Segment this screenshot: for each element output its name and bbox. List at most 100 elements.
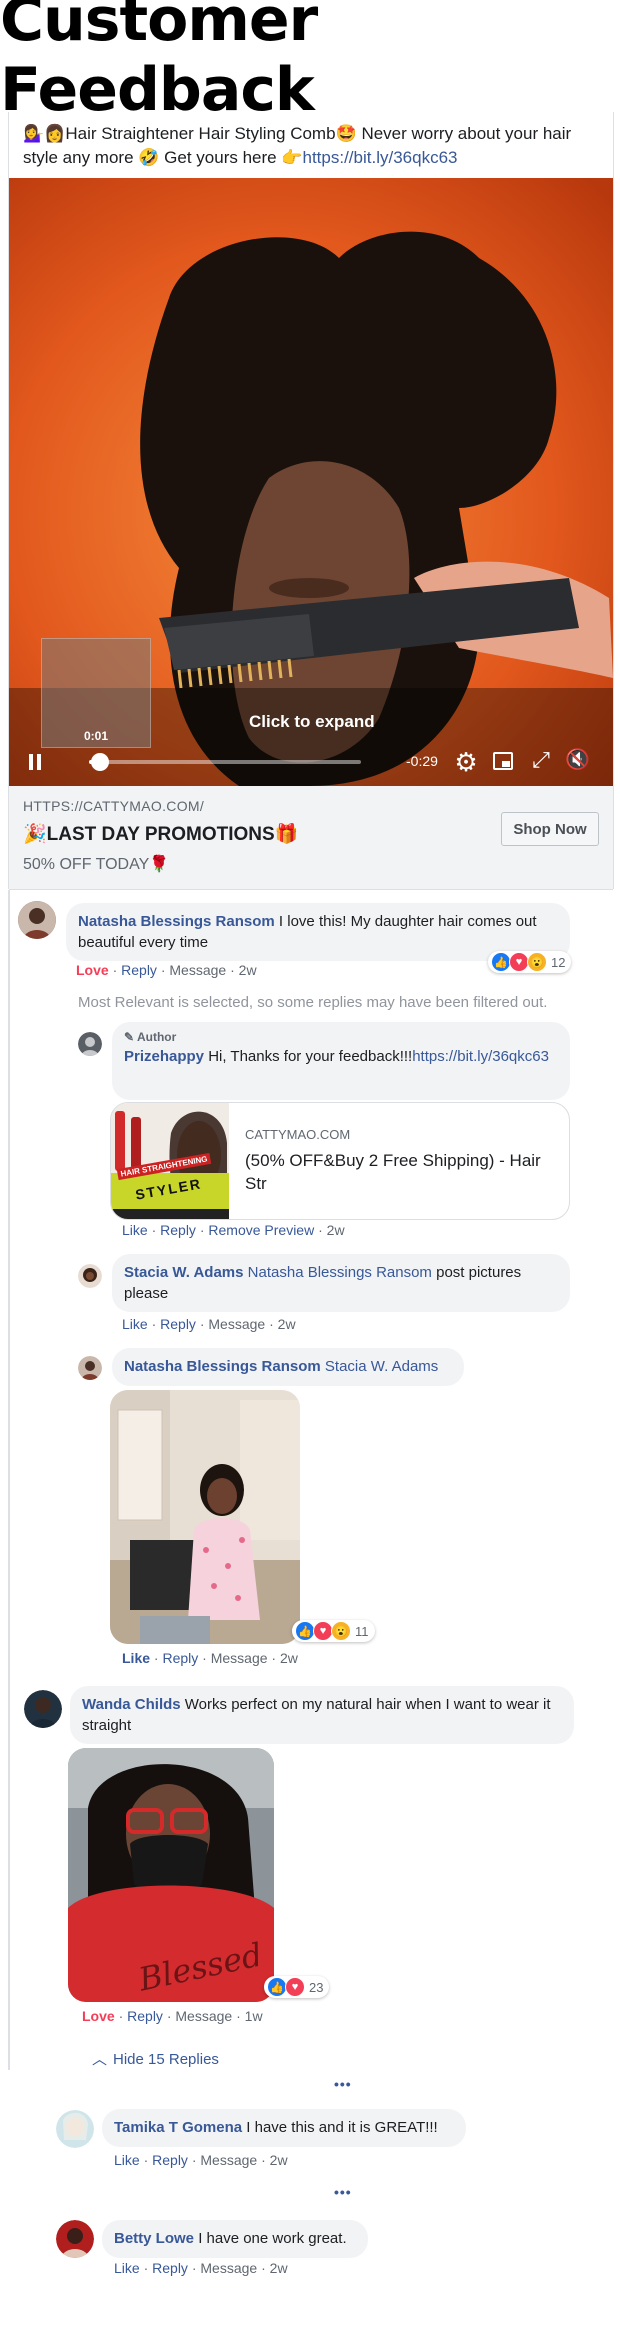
like-action[interactable]: Like <box>122 1316 148 1332</box>
reply-action[interactable]: Reply <box>162 1650 198 1666</box>
comment-mention[interactable]: Stacia W. Adams <box>325 1358 438 1375</box>
comment-time[interactable]: 2w <box>327 1222 345 1238</box>
fullscreen-icon[interactable]: ⤢ <box>529 748 553 772</box>
reply-action[interactable]: Reply <box>152 2152 188 2168</box>
avatar[interactable] <box>24 1690 62 1728</box>
video-player[interactable]: 0:01 Click to expand -0:29 ⚙ ⤢ 🔇 <box>9 178 613 786</box>
like-action[interactable]: Like <box>122 1222 148 1238</box>
reaction-summary[interactable]: 👍 ♥ 23 <box>264 1976 330 1998</box>
link-subline: 50% OFF TODAY🌹 <box>23 856 170 873</box>
comment-mention[interactable]: Natasha Blessings Ransom <box>248 1264 432 1281</box>
link-preview-bar[interactable]: HTTPS://CATTYMAO.COM/ 🎉LAST DAY PROMOTIO… <box>9 786 613 890</box>
gear-icon[interactable]: ⚙ <box>453 749 479 775</box>
comment-photo[interactable]: Blessed <box>68 1748 274 2002</box>
comment-author[interactable]: Wanda Childs <box>82 1696 181 1713</box>
reaction-summary[interactable]: 👍 ♥ 😮 11 <box>292 1620 375 1642</box>
hide-replies-link[interactable]: ︿ Hide 15 Replies <box>92 2048 219 2069</box>
reply-bubble: Stacia W. Adams Natasha Blessings Ransom… <box>112 1254 570 1312</box>
more-replies-icon[interactable]: ••• <box>334 2184 352 2200</box>
progress-knob[interactable] <box>90 753 109 771</box>
reply-action[interactable]: Reply <box>160 1222 196 1238</box>
picture-in-picture-icon[interactable] <box>493 752 513 770</box>
reaction-summary[interactable]: 👍 ♥ 😮 12 <box>488 951 572 973</box>
avatar[interactable] <box>56 2220 94 2258</box>
comment-time[interactable]: 2w <box>270 2152 288 2168</box>
more-replies-icon[interactable]: ••• <box>334 2076 352 2092</box>
message-action[interactable]: Message <box>211 1650 268 1666</box>
reply-actions: Like · Reply · Message · 2w <box>122 1650 298 1666</box>
like-reaction-icon: 👍 <box>267 1977 287 1997</box>
comment-actions: Love · Reply · Message · 1w <box>82 2008 263 2024</box>
post-card: 💁‍♀️👩Hair Straightener Hair Styling Comb… <box>8 112 614 890</box>
message-action[interactable]: Message <box>208 1316 265 1332</box>
love-action[interactable]: Love <box>82 2008 115 2024</box>
reply-action[interactable]: Reply <box>160 1316 196 1332</box>
mute-icon[interactable]: 🔇 <box>565 748 595 772</box>
comment-actions: Like · Reply · Message · 2w <box>114 2152 288 2168</box>
comment-author[interactable]: Natasha Blessings Ransom <box>78 913 275 930</box>
comment-author[interactable]: Tamika T Gomena <box>114 2119 242 2136</box>
link-headline: 🎉LAST DAY PROMOTIONS🎁 <box>23 824 299 845</box>
avatar[interactable] <box>78 1264 102 1288</box>
comment-time[interactable]: 1w <box>245 2008 263 2024</box>
avatar[interactable] <box>56 2110 94 2148</box>
remove-preview-action[interactable]: Remove Preview <box>208 1222 314 1238</box>
comment-bubble: Tamika T Gomena I have this and it is GR… <box>102 2109 466 2147</box>
reply-action[interactable]: Reply <box>121 962 157 978</box>
author-badge: ✎ Author <box>124 1028 558 1046</box>
hide-replies-label: Hide 15 Replies <box>113 2051 219 2068</box>
message-action[interactable]: Message <box>200 2260 257 2276</box>
reply-actions: Like · Reply · Message · 2w <box>122 1316 296 1332</box>
reply-action[interactable]: Reply <box>127 2008 163 2024</box>
love-reaction-icon: ♥ <box>509 952 529 972</box>
message-action[interactable]: Message <box>175 2008 232 2024</box>
progress-track[interactable] <box>89 753 361 771</box>
pause-icon-bar <box>37 754 41 770</box>
comment-time[interactable]: 2w <box>280 1650 298 1666</box>
chevron-up-icon: ︿ <box>92 2051 108 2068</box>
comment-author[interactable]: Natasha Blessings Ransom <box>124 1358 321 1375</box>
reaction-count: 12 <box>551 954 566 970</box>
post-text: 💁‍♀️👩Hair Straightener Hair Styling Comb… <box>23 122 593 170</box>
message-action[interactable]: Message <box>169 962 226 978</box>
comment-time[interactable]: 2w <box>239 962 257 978</box>
avatar[interactable] <box>18 901 56 939</box>
post-link[interactable]: https://bit.ly/36qkc63 <box>303 148 458 167</box>
play-pause-button[interactable] <box>29 754 43 770</box>
link-preview-card[interactable]: HAIR STRAIGHTENING STYLER CATTYMAO.COM (… <box>110 1102 570 1220</box>
like-action[interactable]: Like <box>114 2260 140 2276</box>
thumb-time: 0:01 <box>83 729 109 743</box>
comment-time[interactable]: 2w <box>278 1316 296 1332</box>
comment-link[interactable]: https://bit.ly/36qkc63 <box>412 1048 549 1065</box>
expand-label[interactable]: Click to expand <box>249 712 375 732</box>
thread-line <box>8 890 10 2070</box>
reply-action[interactable]: Reply <box>152 2260 188 2276</box>
filter-note: Most Relevant is selected, so some repli… <box>78 994 548 1011</box>
comment-author[interactable]: Betty Lowe <box>114 2230 194 2247</box>
love-reaction-icon: ♥ <box>313 1621 333 1641</box>
comment-actions: Love · Reply · Message · 2w <box>76 962 257 978</box>
avatar[interactable] <box>78 1356 102 1380</box>
comment-author[interactable]: Stacia W. Adams <box>124 1264 244 1281</box>
link-preview-domain: CATTYMAO.COM <box>245 1127 351 1142</box>
comment-text: I have this and it is GREAT!!! <box>246 2119 438 2136</box>
page-title: Customer Feedback <box>0 0 318 125</box>
comment-author[interactable]: Prizehappy <box>124 1048 204 1065</box>
link-preview-title: (50% OFF&Buy 2 Free Shipping) - Hair Str <box>245 1151 541 1193</box>
like-reaction-icon: 👍 <box>491 952 511 972</box>
love-action[interactable]: Love <box>76 962 109 978</box>
link-domain: HTTPS://CATTYMAO.COM/ <box>23 798 205 814</box>
pause-icon <box>29 754 33 770</box>
like-reaction-icon: 👍 <box>295 1621 315 1641</box>
reply-actions: Like · Reply · Remove Preview · 2w <box>122 1222 345 1238</box>
like-action[interactable]: Like <box>122 1650 150 1666</box>
avatar[interactable] <box>78 1032 102 1056</box>
comment-time[interactable]: 2w <box>270 2260 288 2276</box>
comment-bubble: Betty Lowe I have one work great. <box>102 2220 368 2258</box>
comment-photo[interactable] <box>110 1390 300 1644</box>
message-action[interactable]: Message <box>200 2152 257 2168</box>
reply-bubble: Natasha Blessings Ransom Stacia W. Adams <box>112 1348 464 1386</box>
like-action[interactable]: Like <box>114 2152 140 2168</box>
shop-now-button[interactable]: Shop Now <box>501 812 599 846</box>
wow-reaction-icon: 😮 <box>331 1621 351 1641</box>
